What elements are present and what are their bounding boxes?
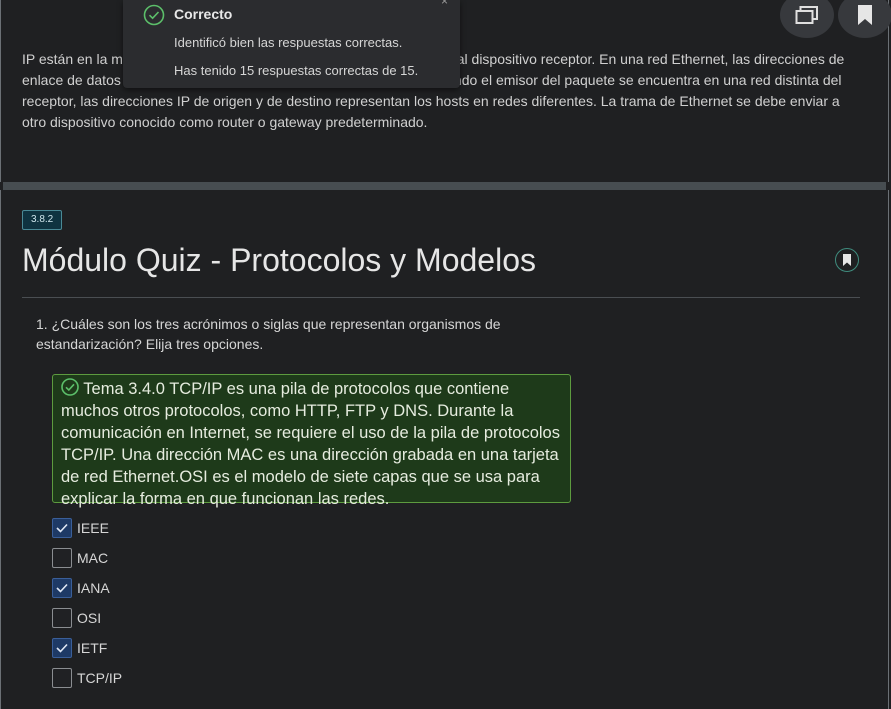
checkbox[interactable] [52,608,72,628]
option-ieee[interactable]: IEEE [52,517,252,539]
option-label: IEEE [77,520,109,536]
section-divider [3,182,886,190]
checkbox[interactable] [52,668,72,688]
checkbox[interactable] [52,578,72,598]
question-number: 1. [36,316,48,332]
option-label: IANA [77,580,110,596]
option-mac[interactable]: MAC [52,547,252,569]
option-ietf[interactable]: IETF [52,637,252,659]
windows-icon [795,6,818,24]
toast-title: Correcto [174,6,233,22]
option-label: IETF [77,640,108,656]
question-text: 1. ¿Cuáles son los tres acrónimos o sigl… [36,314,556,354]
page-title: Módulo Quiz - Protocolos y Modelos [22,242,536,278]
checkbox[interactable] [52,518,72,538]
section-bookmark-button[interactable] [835,248,859,272]
check-circle-icon [143,4,165,26]
option-label: OSI [77,610,102,626]
close-icon[interactable]: × [441,0,448,8]
bookmark-icon [858,5,872,25]
checkbox[interactable] [52,548,72,568]
notification-toast: Correcto Identificó bien las respuestas … [123,0,460,88]
check-circle-icon [61,378,79,396]
option-label: TCP/IP [77,670,123,686]
option-tcpip[interactable]: TCP/IP [52,667,252,689]
feedback-box: Tema 3.4.0 TCP/IP es una pila de protoco… [52,374,571,508]
toast-message: Identificó bien las respuestas correctas… [174,35,403,50]
section-number-badge: 3.8.2 [22,210,63,230]
option-iana[interactable]: IANA [52,577,252,599]
option-osi[interactable]: OSI [52,607,252,629]
toast-score: Has tenido 15 respuestas correctas de 15… [174,63,419,78]
question-body: ¿Cuáles son los tres acrónimos o siglas … [36,316,501,352]
checkmark-icon [56,523,68,533]
checkbox[interactable] [52,638,72,658]
feedback-text: Tema 3.4.0 TCP/IP es una pila de protoco… [61,380,560,508]
checkmark-icon [56,643,68,653]
option-label: MAC [77,550,109,566]
bookmark-icon [843,254,851,266]
checkmark-icon [56,583,68,593]
title-underline [22,297,860,298]
